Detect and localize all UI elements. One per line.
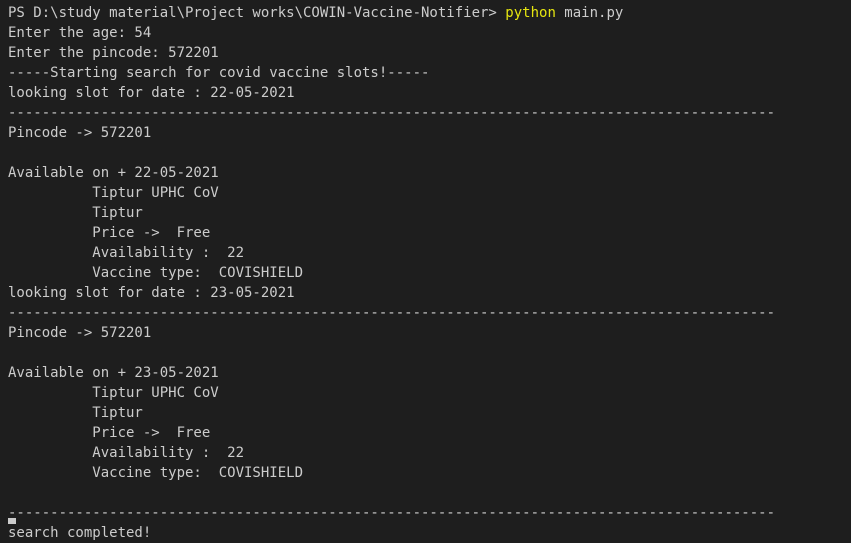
command-args: main.py <box>555 5 624 21</box>
output-line: ----------------------------------------… <box>8 105 776 121</box>
output-line: Vaccine type: COVISHIELD <box>8 265 304 281</box>
output-line: looking slot for date : 22-05-2021 <box>8 85 295 101</box>
output-line: Tiptur UPHC CoV <box>8 385 219 401</box>
output-line: Enter the pincode: 572201 <box>8 45 219 61</box>
output-line: looking slot for date : 23-05-2021 <box>8 285 295 301</box>
terminal-cursor <box>8 518 16 524</box>
terminal-window[interactable]: PS D:\study material\Project works\COWIN… <box>0 0 851 541</box>
output-line: -----Starting search for covid vaccine s… <box>8 65 430 81</box>
output-line: Tiptur <box>8 405 143 421</box>
output-line: search completed! <box>8 525 152 541</box>
output-line: Price -> Free <box>8 225 211 241</box>
output-line: Available on + 22-05-2021 <box>8 165 219 181</box>
output-line: Enter the age: 54 <box>8 25 152 41</box>
prompt-path: PS D:\study material\Project works\COWIN… <box>8 5 506 21</box>
output-line: Tiptur UPHC CoV <box>8 185 219 201</box>
command-name: python <box>505 5 556 21</box>
output-line: Price -> Free <box>8 425 211 441</box>
output-line: Available on + 23-05-2021 <box>8 365 219 381</box>
terminal-output: Enter the age: 54 Enter the pincode: 5722… <box>8 23 851 543</box>
output-line: ----------------------------------------… <box>8 305 776 321</box>
output-line: Pincode -> 572201 <box>8 125 152 141</box>
output-line: Vaccine type: COVISHIELD <box>8 465 304 481</box>
output-line: ----------------------------------------… <box>8 505 776 521</box>
prompt-line: PS D:\study material\Project works\COWIN… <box>8 3 851 23</box>
output-line: Pincode -> 572201 <box>8 325 152 341</box>
output-line: Availability : 22 <box>8 445 245 461</box>
output-line: Tiptur <box>8 205 143 221</box>
output-line: Availability : 22 <box>8 245 245 261</box>
